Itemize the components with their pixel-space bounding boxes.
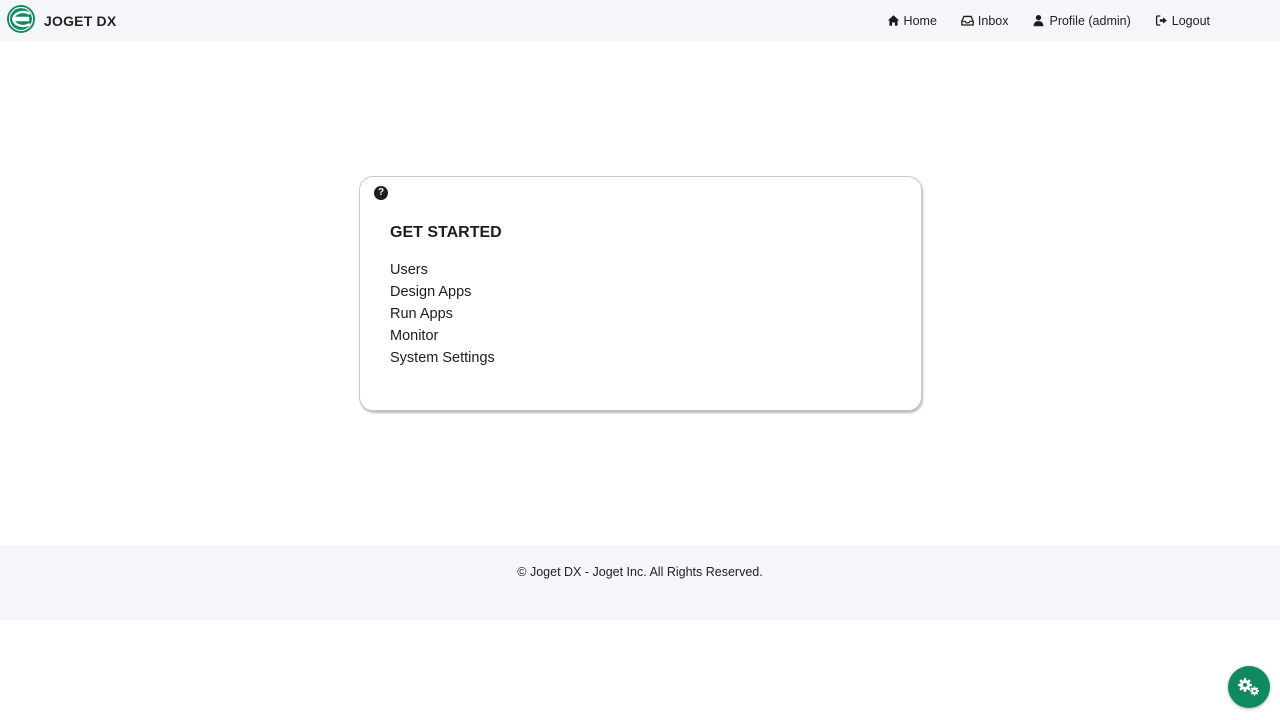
cogs-icon (1238, 678, 1259, 696)
copyright-text: © Joget DX - Joget Inc. All Rights Reser… (517, 565, 763, 579)
card-title: GET STARTED (390, 224, 502, 241)
nav-inbox-link[interactable]: Inbox (961, 13, 1009, 28)
joget-logo-icon (7, 5, 35, 33)
settings-fab-button[interactable] (1228, 666, 1270, 708)
nav-inbox-label: Inbox (977, 13, 1009, 28)
nav-logout-label: Logout (1171, 13, 1210, 28)
user-icon (1034, 14, 1044, 27)
link-monitor[interactable]: Monitor (390, 325, 495, 347)
nav-profile-link[interactable]: Profile (admin) (1032, 13, 1131, 28)
link-users[interactable]: Users (390, 259, 495, 281)
brand-name: JOGET DX (44, 13, 117, 29)
top-navbar: JOGET DX Home Inbox Profile (admin) Logo… (0, 0, 1280, 41)
nav-home-label: Home (903, 13, 937, 28)
help-icon[interactable]: ? (374, 186, 388, 200)
link-system-settings[interactable]: System Settings (390, 347, 495, 369)
get-started-links: Users Design Apps Run Apps Monitor Syste… (390, 259, 495, 369)
nav-home-link[interactable]: Home (887, 14, 937, 28)
link-run-apps[interactable]: Run Apps (390, 303, 495, 325)
page-footer: © Joget DX - Joget Inc. All Rights Reser… (0, 545, 1280, 620)
logout-icon (1155, 15, 1167, 26)
link-design-apps[interactable]: Design Apps (390, 281, 495, 303)
nav-logout-link[interactable]: Logout (1155, 14, 1210, 28)
get-started-card: ? GET STARTED Users Design Apps Run Apps… (359, 176, 922, 411)
main-nav: Home Inbox Profile (admin) Logout (863, 0, 1210, 41)
inbox-icon (961, 15, 974, 26)
nav-profile-label: Profile (admin) (1049, 13, 1131, 28)
brand-home-link[interactable]: JOGET DX (6, 4, 116, 34)
home-icon (887, 15, 899, 26)
